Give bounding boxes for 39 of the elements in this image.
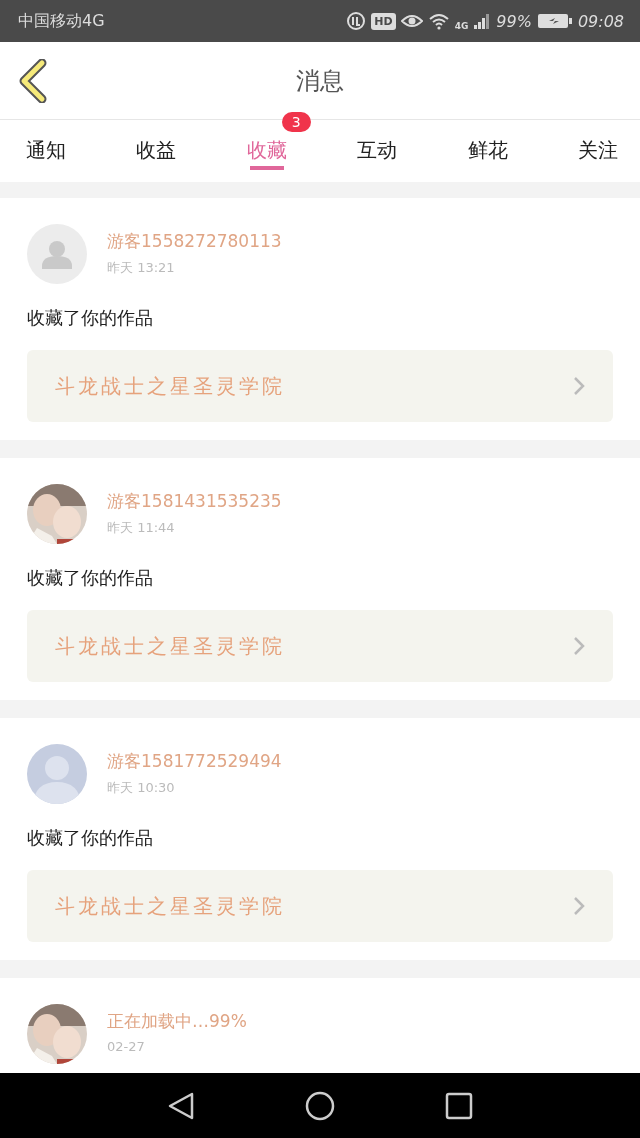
message-time: 昨天 13:21	[107, 259, 176, 277]
tab[interactable]: 鲜花	[457, 120, 518, 174]
message-time: 02-27	[107, 1039, 146, 1054]
user-name[interactable]: 游客1558272780113	[107, 230, 282, 253]
tab[interactable]: 收益	[126, 120, 187, 174]
work-link[interactable]: 斗龙战士之星圣灵学院	[27, 350, 613, 422]
tab[interactable]: 通知	[16, 120, 76, 174]
page-title: 消息	[296, 65, 344, 97]
chevron-right-icon	[573, 376, 585, 396]
signal-icon	[473, 12, 492, 30]
message-time: 昨天 11:44	[107, 519, 176, 537]
clock-text: 09:08	[577, 11, 624, 31]
battery-percent: 99%	[496, 11, 532, 31]
back-nav-icon[interactable]	[167, 1090, 195, 1121]
user-name[interactable]: 游客1581772529494	[107, 750, 282, 773]
user-name[interactable]: 游客1581431535235	[107, 490, 282, 513]
data-saver-icon	[346, 11, 367, 31]
work-link[interactable]: 斗龙战士之星圣灵学院	[27, 610, 613, 682]
network-text: 4G	[454, 21, 469, 31]
hd-badge: HD	[371, 12, 396, 30]
work-link[interactable]: 斗龙战士之星圣灵学院	[27, 870, 613, 942]
message-text: 收藏了你的作品	[27, 566, 154, 590]
battery-icon	[536, 13, 573, 29]
tab[interactable]: 互动	[347, 120, 408, 174]
chevron-right-icon	[573, 636, 585, 656]
wifi-icon	[427, 12, 450, 30]
eye-icon	[400, 13, 423, 29]
recents-nav-icon[interactable]	[445, 1091, 473, 1120]
message-time: 昨天 10:30	[107, 779, 176, 797]
home-nav-icon[interactable]	[305, 1090, 335, 1121]
avatar-icon	[27, 744, 87, 804]
carrier-text: 中国移动4G	[18, 10, 105, 32]
avatar-icon	[27, 224, 87, 284]
tab[interactable]: 关注	[567, 120, 628, 174]
back-icon[interactable]	[18, 59, 48, 103]
user-name[interactable]: 正在加载中…99%	[107, 1010, 247, 1033]
chevron-right-icon	[573, 896, 585, 916]
message-text: 收藏了你的作品	[27, 306, 154, 330]
message-text: 收藏了你的作品	[27, 826, 154, 850]
